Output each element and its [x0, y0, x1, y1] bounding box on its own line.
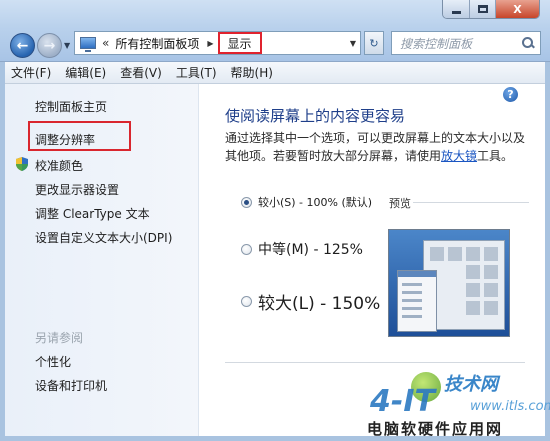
address-dropdown-icon[interactable]: ▼	[350, 39, 356, 48]
divider	[225, 362, 525, 363]
menu-bar: 文件(F) 编辑(E) 查看(V) 工具(T) 帮助(H)	[5, 62, 545, 84]
breadcrumb-all-control-panel-items[interactable]: 所有控制面板项	[115, 35, 199, 52]
see-also-heading: 另请参阅	[35, 331, 84, 345]
breadcrumb-caret-icon[interactable]: ▶	[207, 39, 213, 48]
sidebar-item-control-panel-home[interactable]: 控制面板主页	[35, 98, 107, 115]
radio-smaller[interactable]	[241, 196, 252, 208]
page-description: 通过选择其中一个选项，可以更改屏幕上的文本大小以及其他项。若要暂时放大部分屏幕，…	[225, 129, 525, 165]
option-smaller-label: 较小(S) - 100% (默认)	[258, 196, 373, 209]
maximize-button[interactable]	[469, 0, 495, 18]
radio-medium[interactable]	[241, 243, 252, 255]
option-smaller[interactable]: 较小(S) - 100% (默认)	[241, 194, 372, 210]
refresh-icon: ↻	[369, 36, 379, 50]
sidebar-item-change-display-settings[interactable]: 更改显示器设置	[35, 181, 119, 198]
refresh-button[interactable]: ↻	[364, 31, 384, 55]
sidebar-item-adjust-cleartype[interactable]: 调整 ClearType 文本	[35, 205, 150, 222]
watermark-footer: 电脑软硬件应用网	[367, 420, 504, 438]
minimize-button[interactable]	[443, 0, 469, 18]
forward-arrow-icon: →	[43, 37, 56, 54]
preview-image	[388, 229, 510, 337]
menu-edit[interactable]: 编辑(E)	[65, 64, 106, 81]
watermark-big: 4-IT	[370, 384, 435, 419]
divider	[413, 202, 529, 203]
close-button[interactable]: X	[495, 0, 539, 18]
page-title: 使阅读屏幕上的内容更容易	[225, 107, 406, 125]
breadcrumb-overflow[interactable]: «	[102, 36, 109, 50]
forward-button[interactable]: →	[37, 33, 62, 58]
search-input[interactable]: 搜索控制面板	[391, 31, 541, 55]
menu-tools[interactable]: 工具(T)	[176, 64, 217, 81]
maximize-icon	[477, 5, 488, 13]
caption-buttons: X	[442, 0, 540, 19]
magnifier-link[interactable]: 放大镜	[441, 149, 477, 163]
address-bar[interactable]: « 所有控制面板项 ▶ 显示 ▼	[74, 31, 361, 55]
option-larger-label: 较大(L) - 150%	[258, 294, 381, 314]
menu-help[interactable]: 帮助(H)	[231, 64, 273, 81]
sidebar-item-custom-text-size[interactable]: 设置自定义文本大小(DPI)	[35, 229, 172, 246]
menu-file[interactable]: 文件(F)	[11, 64, 51, 81]
search-icon[interactable]	[522, 37, 534, 49]
back-button[interactable]: ←	[10, 33, 35, 58]
window-titlebar: X ← → ▼ « 所有控制面板项 ▶ 显示 ▼ ↻ 搜索控制面板	[0, 0, 550, 62]
see-also-personalization[interactable]: 个性化	[35, 353, 71, 370]
option-medium[interactable]: 中等(M) - 125%	[241, 239, 363, 259]
preview-label: 预览	[389, 197, 411, 210]
sidebar: 控制面板主页 调整分辨率 校准颜色 更改显示器设置 调整 ClearType 文…	[5, 84, 199, 436]
shield-icon	[16, 157, 28, 171]
breadcrumb-display[interactable]: 显示	[217, 32, 262, 54]
back-arrow-icon: ←	[16, 37, 29, 54]
sidebar-item-adjust-resolution[interactable]: 调整分辨率	[35, 131, 95, 148]
radio-larger[interactable]	[241, 296, 252, 307]
preview-front-window	[397, 270, 437, 332]
recent-pages-dropdown[interactable]: ▼	[64, 41, 70, 50]
option-larger[interactable]: 较大(L) - 150%	[241, 289, 380, 314]
minimize-icon	[451, 10, 461, 14]
search-placeholder: 搜索控制面板	[400, 36, 473, 51]
description-text-end: 工具。	[477, 149, 514, 163]
sidebar-item-calibrate-color[interactable]: 校准颜色	[35, 157, 83, 174]
watermark-url: www.itls.com	[470, 399, 550, 414]
help-icon[interactable]: ?	[503, 87, 518, 102]
see-also-devices-printers[interactable]: 设备和打印机	[35, 377, 107, 394]
watermark-brand: 技术网	[444, 374, 498, 395]
menu-view[interactable]: 查看(V)	[120, 64, 162, 81]
option-medium-label: 中等(M) - 125%	[258, 242, 363, 258]
control-panel-icon	[80, 37, 96, 52]
